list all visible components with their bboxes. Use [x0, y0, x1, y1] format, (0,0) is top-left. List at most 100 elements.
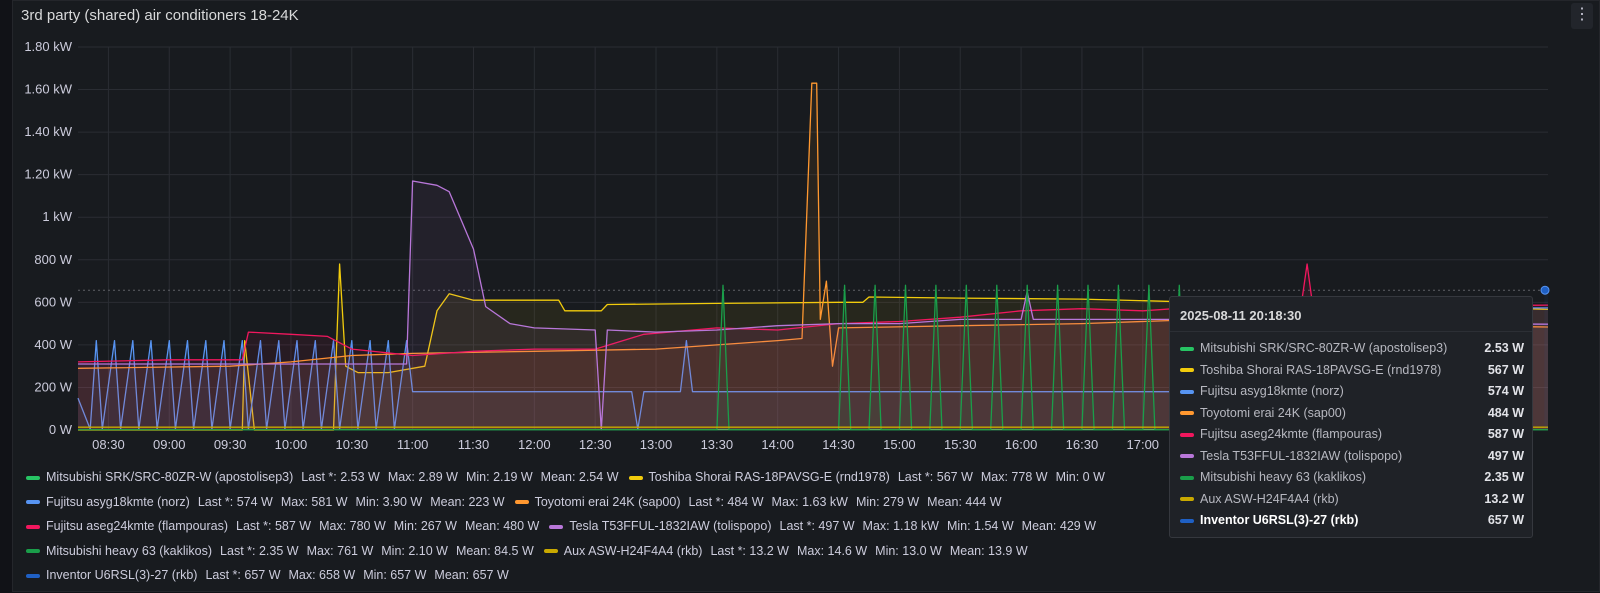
legend-stat-min: Min: 2.10 W — [381, 544, 448, 558]
tooltip-row: Mitsubishi SRK/SRC-80ZR-W (apostolisep3)… — [1180, 341, 1524, 361]
legend-stat-last: Last *: 2.35 W — [220, 544, 299, 558]
x-tick-label: 14:30 — [822, 437, 855, 452]
tooltip-row: Aux ASW-H24F4A4 (rkb) 13.2 W — [1180, 492, 1524, 512]
tooltip-series-name: Aux ASW-H24F4A4 (rkb) — [1200, 492, 1339, 506]
x-tick-label: 08:30 — [92, 437, 125, 452]
legend-stat-mean: Mean: 13.9 W — [950, 544, 1028, 558]
legend-stat-min: Min: 3.90 W — [356, 495, 423, 509]
tooltip-value: 574 W — [1488, 384, 1524, 398]
legend-swatch — [515, 500, 529, 504]
x-tick-label: 10:00 — [275, 437, 308, 452]
tooltip-swatch — [1180, 433, 1194, 437]
x-tick-label: 09:30 — [214, 437, 247, 452]
legend-item[interactable]: Aux ASW-H24F4A4 (rkb) Last *: 13.2 W Max: … — [544, 544, 1028, 558]
legend-stat-max: Max: 1.18 kW — [863, 519, 939, 533]
legend-item[interactable]: Toshiba Shorai RAS-18PAVSG-E (rnd1978) La… — [629, 470, 1105, 484]
legend-stat-max: Max: 658 W — [289, 568, 356, 582]
legend-stat-last: Last *: 484 W — [688, 495, 763, 509]
tooltip-value: 13.2 W — [1484, 492, 1524, 506]
x-tick-label: 10:30 — [336, 437, 369, 452]
legend-series-name: Toshiba Shorai RAS-18PAVSG-E (rnd1978) — [649, 470, 890, 484]
y-tick-label: 400 W — [34, 337, 72, 352]
x-tick-label: 09:00 — [153, 437, 186, 452]
legend-item[interactable]: Mitsubishi SRK/SRC-80ZR-W (apostolisep3)… — [26, 470, 619, 484]
tooltip-row: Tesla T53FFUL-1832IAW (tolispopo) 497 W — [1180, 449, 1524, 469]
legend-stat-max: Max: 2.89 W — [388, 470, 458, 484]
legend-series-name: Aux ASW-H24F4A4 (rkb) — [564, 544, 703, 558]
legend-series-name: Mitsubishi SRK/SRC-80ZR-W (apostolisep3) — [46, 470, 293, 484]
legend-series-name: Toyotomi erai 24K (sap00) — [535, 495, 681, 509]
tooltip-row: Mitsubishi heavy 63 (kaklikos)2.35 W — [1180, 470, 1524, 490]
tooltip-swatch — [1180, 411, 1194, 415]
tooltip-series-name: Toshiba Shorai RAS-18PAVSG-E (rnd1978) — [1200, 363, 1441, 377]
legend-stat-max: Max: 778 W — [981, 470, 1048, 484]
tooltip-series-name: Inventor U6RSL(3)-27 (rkb) — [1200, 513, 1358, 527]
tooltip-series-name: Mitsubishi heavy 63 (kaklikos) — [1200, 470, 1366, 484]
legend-stat-mean: Mean: 444 W — [927, 495, 1001, 509]
legend-stat-max: Max: 1.63 kW — [772, 495, 848, 509]
tooltip-swatch — [1180, 390, 1194, 394]
y-tick-label: 1.80 kW — [24, 39, 72, 54]
tooltip-series-name: Fujitsu aseg24kmte (flampouras) — [1200, 427, 1382, 441]
legend-stat-mean: Mean: 480 W — [465, 519, 539, 533]
tooltip-row: Toshiba Shorai RAS-18PAVSG-E (rnd1978)56… — [1180, 363, 1524, 383]
legend-row: Mitsubishi SRK/SRC-80ZR-W (apostolisep3)… — [26, 470, 1186, 495]
legend-item[interactable]: Fujitsu asyg18kmte (norz)Last *: 574 WMa… — [26, 495, 505, 509]
x-tick-label: 12:00 — [518, 437, 551, 452]
x-tick-label: 15:30 — [944, 437, 977, 452]
legend-stat-min: Min: 13.0 W — [875, 544, 942, 558]
y-tick-label: 1.60 kW — [24, 82, 72, 97]
x-tick-label: 11:00 — [397, 437, 429, 452]
x-tick-label: 16:00 — [1005, 437, 1038, 452]
legend-stat-min: Min: 279 W — [856, 495, 919, 509]
legend-stat-last: Last *: 657 W — [205, 568, 280, 582]
legend-series-name: Fujitsu aseg24kmte (flampouras) — [46, 519, 228, 533]
legend-stat-mean: Mean: 84.5 W — [456, 544, 534, 558]
y-tick-label: 200 W — [34, 379, 72, 394]
legend-swatch — [544, 549, 558, 553]
tooltip-series-name: Tesla T53FFUL-1832IAW (tolispopo) — [1200, 449, 1402, 463]
legend-stat-last: Last *: 2.53 W — [301, 470, 380, 484]
y-tick-label: 1.40 kW — [24, 124, 72, 139]
x-tick-label: 15:00 — [883, 437, 916, 452]
tooltip-value: 2.53 W — [1484, 341, 1524, 355]
chart-legend: Mitsubishi SRK/SRC-80ZR-W (apostolisep3)… — [26, 470, 1186, 593]
legend-item[interactable]: Fujitsu aseg24kmte (flampouras)Last *: 5… — [26, 519, 539, 533]
legend-stat-max: Max: 14.6 W — [797, 544, 867, 558]
legend-stat-last: Last *: 13.2 W — [710, 544, 789, 558]
x-tick-label: 16:30 — [1066, 437, 1099, 452]
tooltip-row: Fujitsu asyg18kmte (norz) 574 W — [1180, 384, 1524, 404]
legend-stat-max: Max: 761 W — [307, 544, 374, 558]
legend-item[interactable]: Mitsubishi heavy 63 (kaklikos)Last *: 2.… — [26, 544, 534, 558]
legend-stat-max: Max: 581 W — [281, 495, 348, 509]
y-tick-label: 0 W — [49, 422, 73, 437]
legend-swatch — [26, 476, 40, 480]
tooltip-divider — [1170, 331, 1532, 332]
legend-swatch — [26, 549, 40, 553]
legend-item[interactable]: Toyotomi erai 24K (sap00) Last *: 484 W Ma… — [515, 495, 1002, 509]
tooltip-series-name: Mitsubishi SRK/SRC-80ZR-W (apostolisep3) — [1200, 341, 1447, 355]
legend-item[interactable]: Tesla T53FFUL-1832IAW (tolispopo)Last *:… — [549, 519, 1096, 533]
legend-stat-last: Last *: 567 W — [898, 470, 973, 484]
legend-stat-max: Max: 780 W — [319, 519, 386, 533]
legend-series-name: Inventor U6RSL(3)-27 (rkb) — [46, 568, 197, 582]
tooltip-series-name: Toyotomi erai 24K (sap00) — [1200, 406, 1346, 420]
legend-stat-min: Min: 267 W — [394, 519, 457, 533]
legend-series-name: Fujitsu asyg18kmte (norz) — [46, 495, 190, 509]
tooltip-value: 497 W — [1488, 449, 1524, 463]
tooltip-value: 484 W — [1488, 406, 1524, 420]
tooltip-row: Inventor U6RSL(3)-27 (rkb)657 W — [1180, 513, 1524, 533]
legend-stat-mean: Mean: 223 W — [430, 495, 504, 509]
legend-series-name: Tesla T53FFUL-1832IAW (tolispopo) — [569, 519, 771, 533]
tooltip-time: 2025-08-11 20:18:30 — [1180, 308, 1301, 323]
tooltip-series-name: Fujitsu asyg18kmte (norz) — [1200, 384, 1344, 398]
legend-stat-min: Min: 0 W — [1056, 470, 1105, 484]
legend-item[interactable]: Inventor U6RSL(3)-27 (rkb) Last *: 657 W M… — [26, 568, 509, 582]
tooltip-swatch — [1180, 476, 1194, 480]
legend-stat-min: Min: 657 W — [363, 568, 426, 582]
tooltip-swatch — [1180, 347, 1194, 351]
tooltip-value: 587 W — [1488, 427, 1524, 441]
tooltip-swatch — [1180, 519, 1194, 523]
legend-stat-min: Min: 2.19 W — [466, 470, 533, 484]
legend-stat-mean: Mean: 657 W — [434, 568, 508, 582]
